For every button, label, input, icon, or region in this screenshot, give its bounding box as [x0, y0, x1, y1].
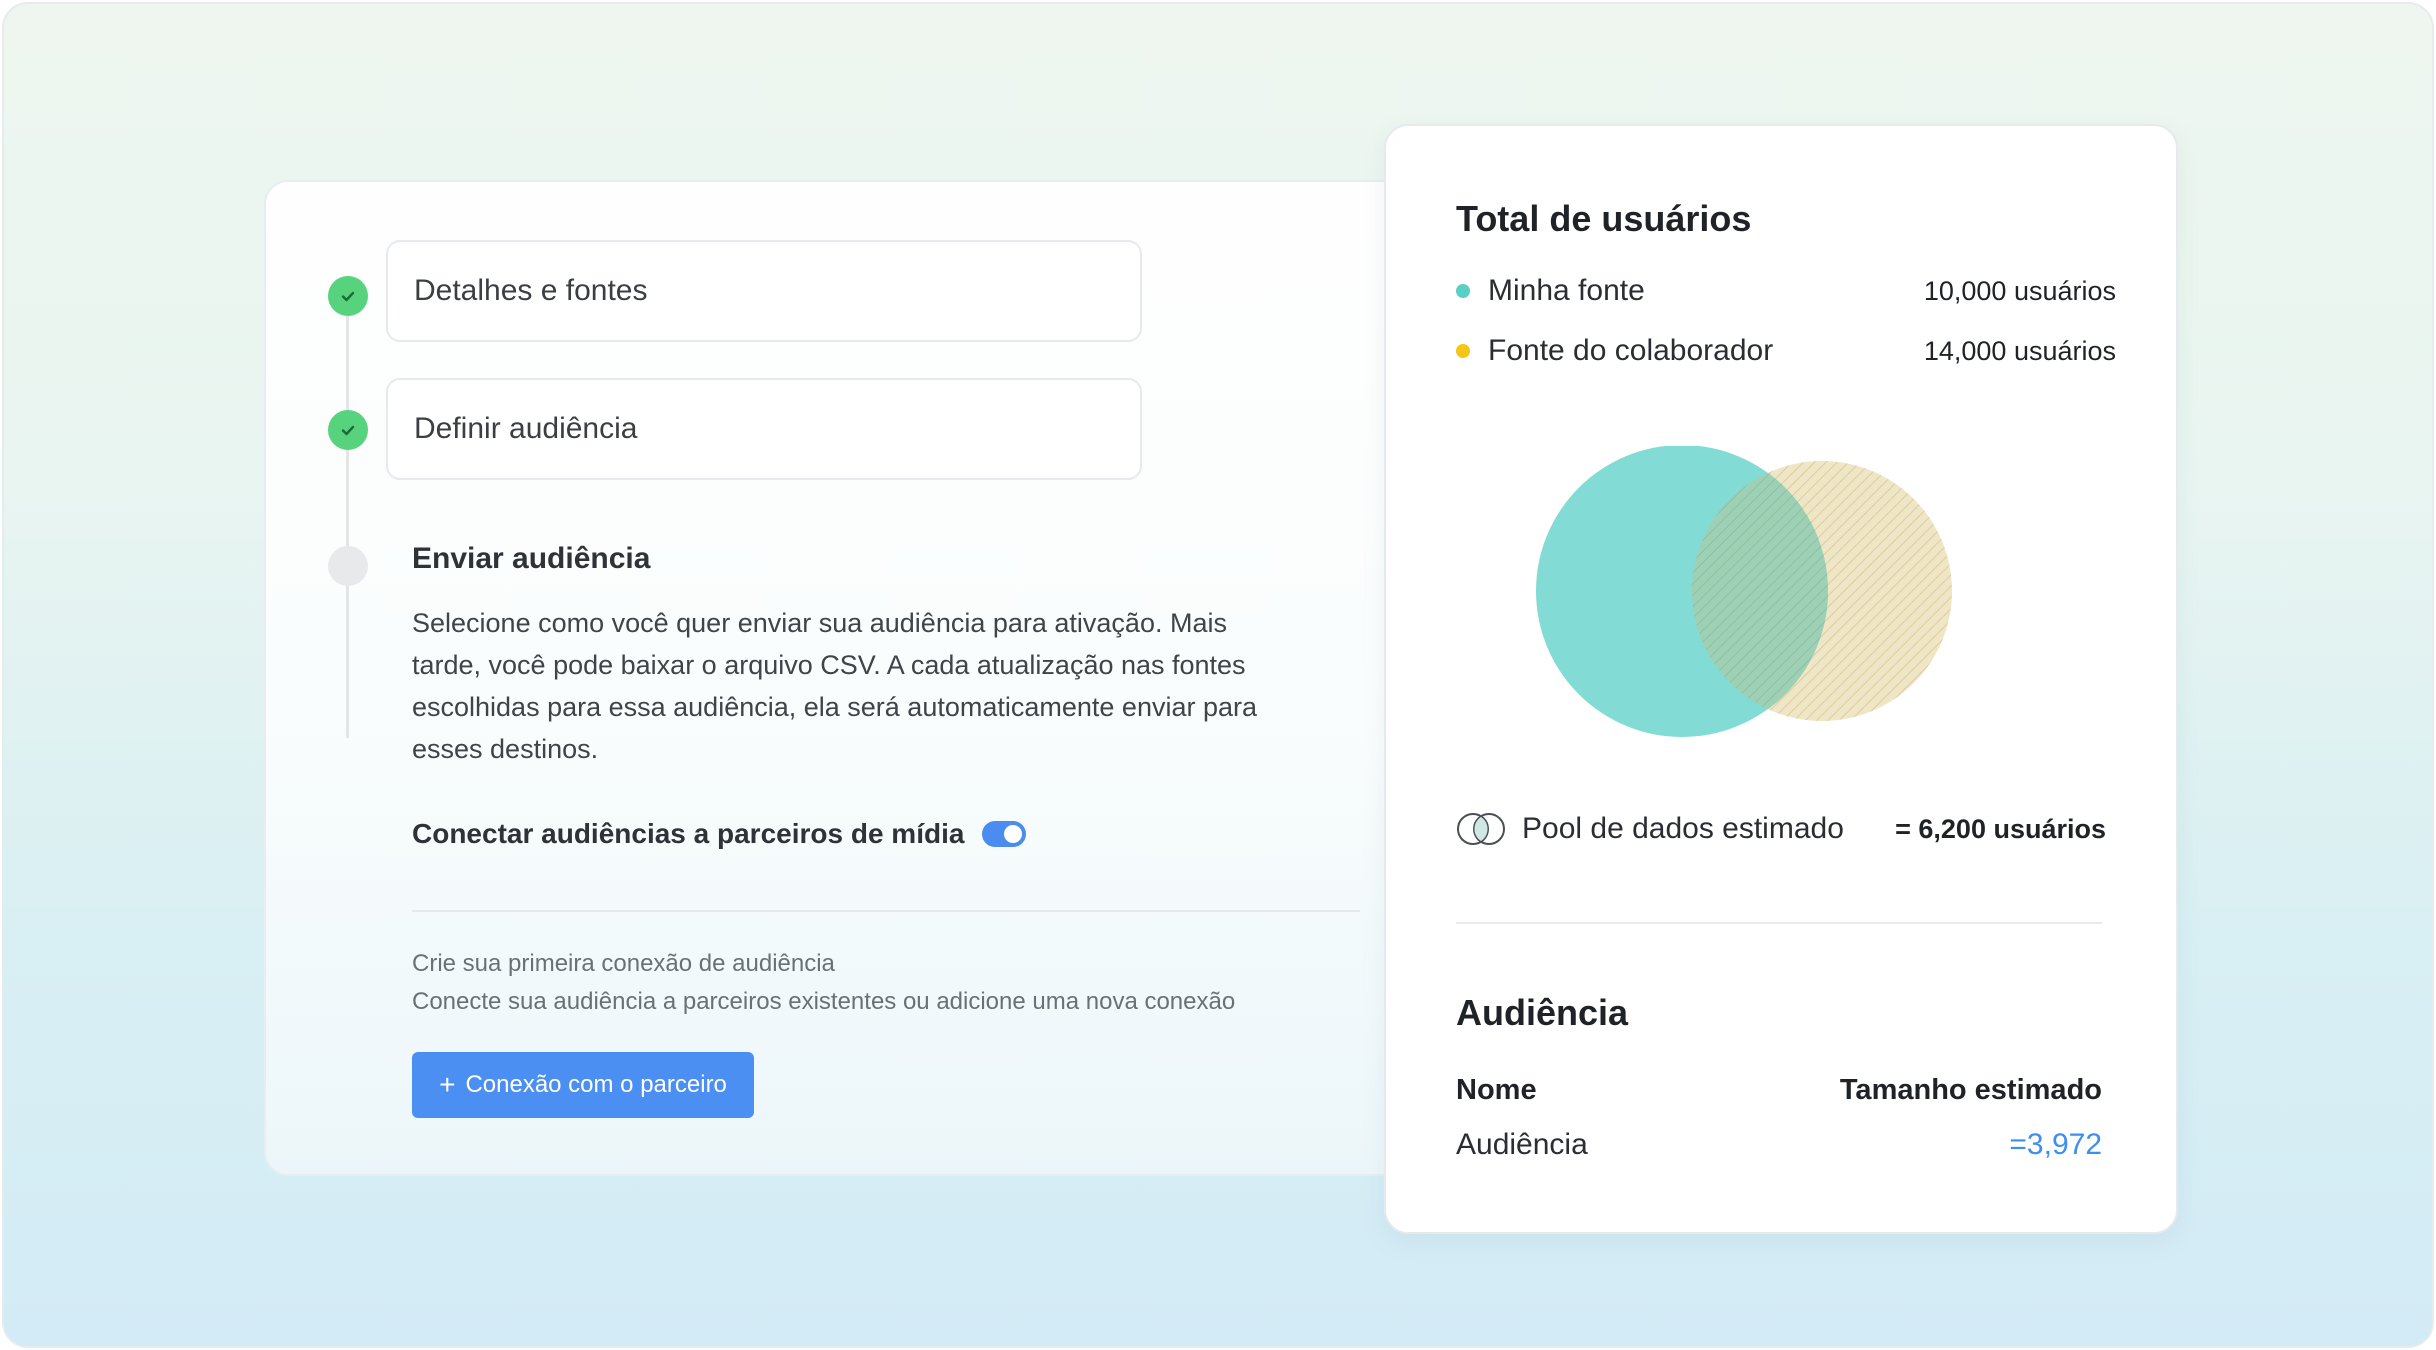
toggle-knob [1004, 825, 1023, 843]
audience-title: Audiência [1456, 992, 1629, 1033]
pool-value: = 6,200 usuários [1895, 813, 2106, 844]
partner-button-label: Conexão com o parceiro [465, 1071, 727, 1098]
table-row[interactable]: Audiência =3,972 [1456, 1128, 2102, 1162]
audience-size: =3,972 [2009, 1128, 2102, 1161]
step-send-audience: Enviar audiência Selecione como você que… [412, 542, 1312, 770]
audience-table-header: Nome Tamanho estimado [1456, 1074, 2102, 1107]
send-audience-panel: Detalhes e fontes Definir audiência Envi… [264, 180, 1414, 1176]
my-source-dot-icon [1456, 284, 1470, 298]
step-3-pending-icon [328, 546, 368, 586]
step-1-check-icon [328, 276, 368, 316]
totals-title: Total de usuários [1456, 198, 1752, 239]
step-description: Selecione como você quer enviar sua audi… [412, 608, 1258, 764]
stepper-line [346, 298, 349, 738]
step-define-audience[interactable]: Definir audiência [386, 378, 1142, 480]
venn-overlap-icon [1457, 813, 1505, 845]
venn-diagram [1536, 446, 1952, 737]
step-label: Definir audiência [414, 412, 638, 445]
hint-title: Crie sua primeira conexão de audiência [412, 950, 835, 977]
step-details-sources[interactable]: Detalhes e fontes [386, 240, 1142, 342]
legend-row-partner-source: Fonte do colaborador 14,000 usuários [1456, 334, 2116, 368]
legend-value: 14,000 usuários [1923, 335, 2116, 366]
media-partners-toggle[interactable] [982, 821, 1027, 847]
legend-value: 10,000 usuários [1923, 275, 2116, 306]
divider [1456, 922, 2102, 924]
step-label: Detalhes e fontes [414, 274, 648, 307]
partner-connection-button[interactable]: + Conexão com o parceiro [412, 1052, 754, 1118]
toggle-label: Conectar audiências a parceiros de mídia [412, 818, 965, 849]
estimated-pool-row: Pool de dados estimado = 6,200 usuários [1456, 812, 2106, 846]
legend-name: Minha fonte [1488, 274, 1645, 307]
legend-name: Fonte do colaborador [1488, 334, 1774, 367]
media-partners-toggle-row: Conectar audiências a parceiros de mídia [412, 818, 1027, 850]
plus-icon: + [439, 1069, 456, 1100]
app-frame: Detalhes e fontes Definir audiência Envi… [2, 2, 2434, 1348]
column-name-header: Nome [1456, 1074, 1537, 1106]
step-2-check-icon [328, 410, 368, 450]
partner-source-dot-icon [1456, 344, 1470, 358]
hint-body: Conecte sua audiência a parceiros existe… [412, 988, 1236, 1015]
audience-name: Audiência [1456, 1128, 1588, 1161]
step-title: Enviar audiência [412, 542, 651, 575]
divider [412, 910, 1360, 912]
column-size-header: Tamanho estimado [1839, 1074, 2102, 1106]
legend-row-my-source: Minha fonte 10,000 usuários [1456, 274, 2116, 308]
user-totals-panel: Total de usuários Minha fonte 10,000 usu… [1384, 124, 2178, 1234]
pool-label: Pool de dados estimado [1522, 812, 1844, 845]
